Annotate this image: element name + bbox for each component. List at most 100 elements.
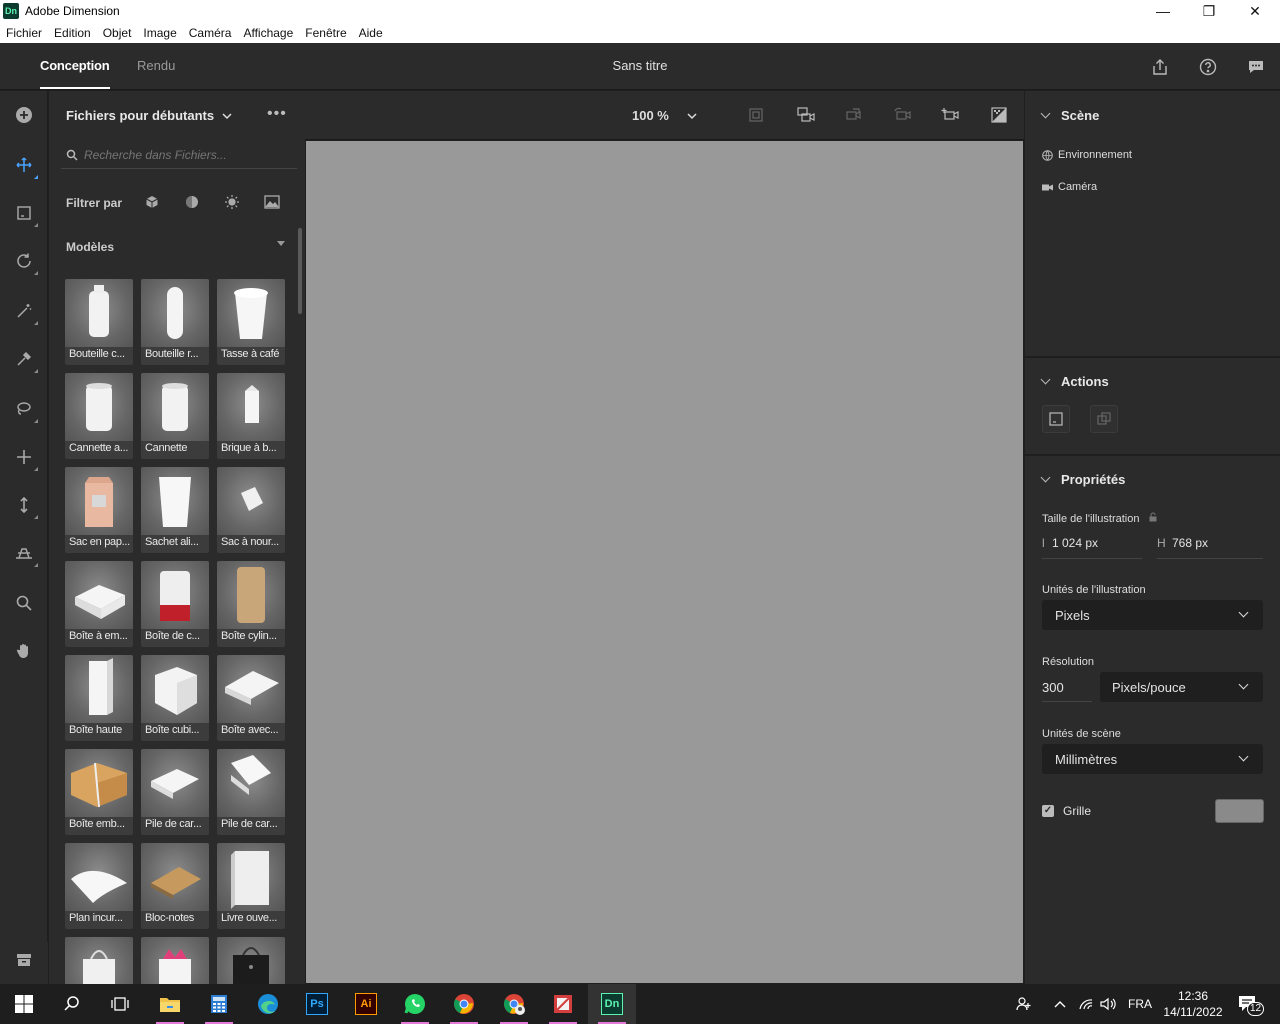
model-tile[interactable]: Brique à b... — [217, 373, 285, 459]
menu-image[interactable]: Image — [137, 26, 182, 40]
filter-materials-icon[interactable] — [184, 194, 200, 210]
taskbar-file-explorer[interactable] — [146, 984, 194, 1024]
tray-chevron-up-icon[interactable] — [1053, 984, 1067, 1024]
model-tile[interactable]: Sac en pap... — [65, 467, 133, 553]
lock-icon[interactable] — [1149, 512, 1157, 522]
filter-lights-icon[interactable] — [224, 194, 240, 210]
model-tile[interactable]: Cannette a... — [65, 373, 133, 459]
hand-icon[interactable] — [12, 639, 36, 663]
magic-wand-icon[interactable] — [12, 299, 38, 325]
camera-orbit-icon[interactable] — [12, 541, 38, 567]
start-button[interactable] — [0, 984, 48, 1024]
collapse-caret-icon[interactable] — [277, 241, 285, 246]
fit-view-icon[interactable] — [746, 105, 766, 125]
archive-icon[interactable] — [12, 948, 36, 972]
help-icon[interactable] — [1197, 56, 1219, 78]
add-icon[interactable] — [12, 103, 36, 127]
menu-objet[interactable]: Objet — [97, 26, 138, 40]
minimize-button[interactable]: — — [1140, 0, 1186, 22]
action-center-button[interactable]: 12 — [1236, 993, 1264, 1016]
taskbar-chrome[interactable] — [440, 984, 488, 1024]
model-tile[interactable]: Plan incur... — [65, 843, 133, 929]
menu-edition[interactable]: Edition — [48, 26, 97, 40]
taskbar-edge[interactable] — [244, 984, 292, 1024]
assets-scrollbar[interactable] — [298, 228, 302, 314]
menu-fenetre[interactable]: Fenêtre — [299, 26, 352, 40]
filter-models-icon[interactable] — [144, 194, 160, 210]
model-tile[interactable]: Bouteille c... — [65, 279, 133, 365]
artboard-height-input[interactable]: 768 px — [1172, 536, 1208, 550]
model-tile[interactable]: Boîte cylin... — [217, 561, 285, 647]
model-tile[interactable]: Boîte cubi... — [141, 655, 209, 741]
scene-section-header[interactable]: Scène — [1040, 108, 1099, 123]
model-tile[interactable]: Boîte avec... — [217, 655, 285, 741]
resolution-unit-select[interactable]: Pixels/pouce — [1100, 672, 1263, 702]
artboard-tool-icon[interactable] — [12, 201, 38, 227]
zoom-icon[interactable] — [12, 591, 36, 615]
assets-search-input[interactable] — [84, 147, 284, 162]
model-tile[interactable] — [65, 937, 133, 984]
scene-item-environment[interactable]: Environnement — [1042, 149, 1132, 161]
model-tile[interactable]: Sac à nour... — [217, 467, 285, 553]
lasso-icon[interactable] — [12, 397, 38, 423]
taskbar-dimension[interactable]: Dn — [588, 984, 636, 1024]
more-options-icon[interactable]: ••• — [267, 105, 287, 123]
model-tile[interactable]: Boîte de c... — [141, 561, 209, 647]
maximize-button[interactable]: ❐ — [1186, 0, 1232, 22]
eyedropper-icon[interactable] — [12, 347, 38, 373]
artboard-units-select[interactable]: Pixels — [1042, 600, 1263, 630]
model-tile[interactable]: Bouteille r... — [141, 279, 209, 365]
model-tile[interactable]: Boîte à em... — [65, 561, 133, 647]
scene-units-select[interactable]: Millimètres — [1042, 744, 1263, 774]
render-preview-icon[interactable] — [989, 105, 1009, 125]
match-image-button[interactable] — [1090, 405, 1118, 433]
taskbar-whatsapp[interactable] — [391, 984, 439, 1024]
model-tile[interactable] — [141, 937, 209, 984]
model-tile[interactable]: Cannette — [141, 373, 209, 459]
grid-color-swatch[interactable] — [1215, 799, 1264, 823]
taskbar-illustrator[interactable]: Ai — [342, 984, 390, 1024]
model-tile[interactable]: Sachet ali... — [141, 467, 209, 553]
models-section-title[interactable]: Modèles — [66, 240, 114, 254]
properties-section-header[interactable]: Propriétés — [1040, 472, 1125, 487]
zoom-level[interactable]: 100 % — [632, 108, 697, 123]
taskbar-photoshop[interactable]: Ps — [293, 984, 341, 1024]
dolly-tool-icon[interactable] — [12, 493, 38, 519]
share-icon[interactable] — [1149, 56, 1171, 78]
assets-panel-title[interactable]: Fichiers pour débutants — [66, 108, 232, 123]
close-button[interactable]: ✕ — [1232, 0, 1278, 22]
model-tile[interactable]: Bloc-notes — [141, 843, 209, 929]
volume-icon[interactable] — [1100, 984, 1118, 1024]
model-tile[interactable] — [217, 937, 285, 984]
menu-fichier[interactable]: Fichier — [0, 26, 48, 40]
filter-images-icon[interactable] — [264, 194, 280, 210]
select-tool-icon[interactable] — [12, 153, 38, 179]
model-tile[interactable]: Boîte emb... — [65, 749, 133, 835]
model-tile[interactable]: Pile de car... — [217, 749, 285, 835]
artboard-width-input[interactable]: 1 024 px — [1052, 536, 1098, 550]
model-tile[interactable]: Boîte haute — [65, 655, 133, 741]
grid-checkbox[interactable]: ✓ — [1042, 805, 1054, 817]
taskbar-chrome-profile[interactable] — [490, 984, 538, 1024]
rotate-tool-icon[interactable] — [12, 249, 38, 275]
model-tile[interactable]: Tasse à café — [217, 279, 285, 365]
move-tool-icon[interactable] — [12, 445, 38, 471]
menu-affichage[interactable]: Affichage — [237, 26, 299, 40]
camera-bookmark-icon[interactable] — [844, 105, 864, 125]
wifi-icon[interactable] — [1078, 984, 1094, 1024]
resolution-input[interactable]: 300 — [1042, 680, 1064, 695]
artboard-canvas[interactable] — [306, 141, 1023, 983]
feedback-icon[interactable] — [1245, 56, 1267, 78]
fit-artboard-to-view-button[interactable] — [1042, 405, 1070, 433]
actions-section-header[interactable]: Actions — [1040, 374, 1109, 389]
camera-view-icon[interactable] — [796, 105, 816, 125]
menu-aide[interactable]: Aide — [353, 26, 389, 40]
menu-camera[interactable]: Caméra — [183, 26, 238, 40]
camera-add-icon[interactable] — [940, 105, 960, 125]
taskbar-snip[interactable] — [539, 984, 587, 1024]
scene-item-camera[interactable]: Caméra — [1042, 181, 1097, 193]
model-tile[interactable]: Pile de car... — [141, 749, 209, 835]
input-language[interactable]: FRA — [1128, 984, 1152, 1024]
taskbar-search-button[interactable] — [48, 984, 96, 1024]
clock[interactable]: 12:36 14/11/2022 — [1162, 988, 1224, 1020]
